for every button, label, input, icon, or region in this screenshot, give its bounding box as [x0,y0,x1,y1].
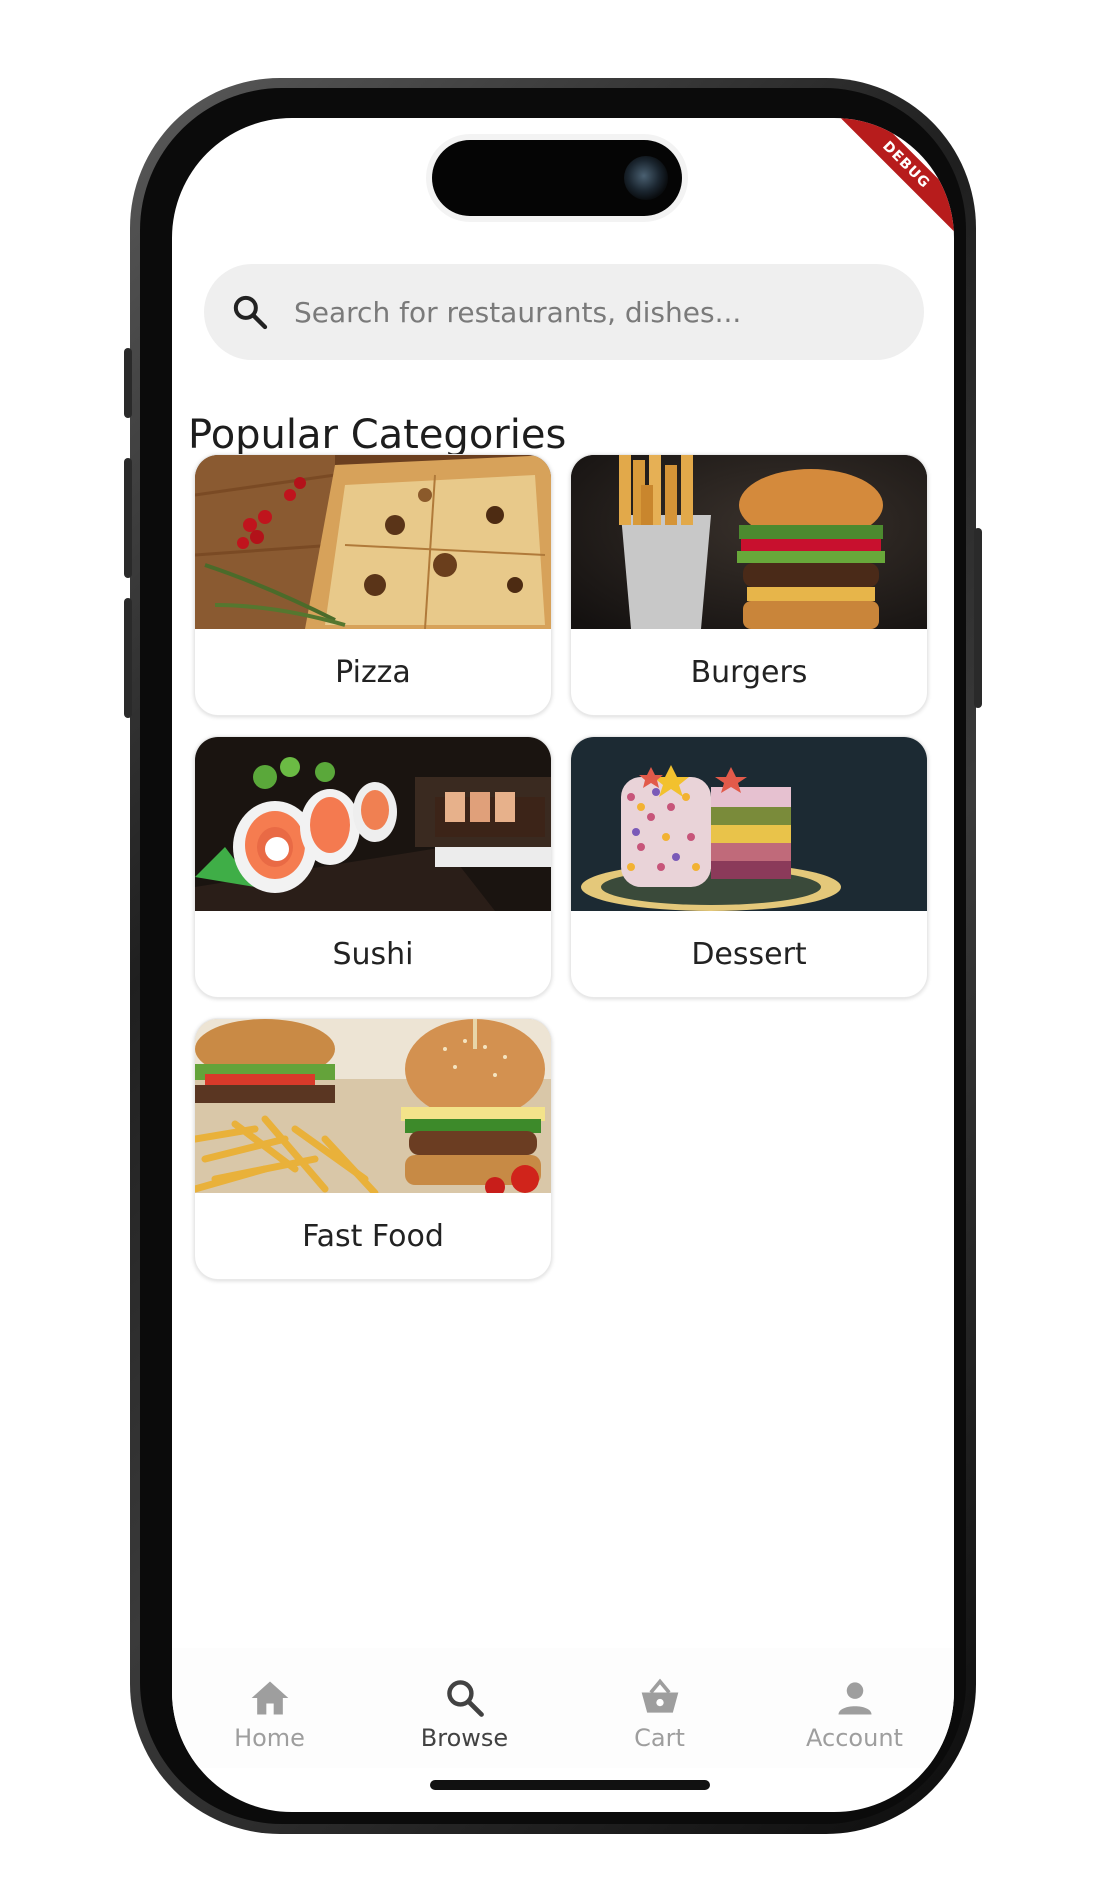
power-button [974,528,982,708]
mute-switch [124,348,132,418]
home-icon [251,1681,288,1715]
nav-label-account: Account [806,1724,903,1752]
volume-down-button [124,598,132,718]
debug-banner: DEBUG [833,118,954,238]
nav-item-browse[interactable]: Browse [367,1648,562,1758]
volume-up-button [124,458,132,578]
category-card-burgers[interactable]: Burgers [570,454,928,716]
nav-label-browse: Browse [420,1724,509,1752]
camera-icon [624,156,668,200]
category-card-sushi[interactable]: Sushi [194,736,552,998]
category-label: Burgers [690,654,808,690]
search-icon [233,295,268,330]
category-label: Sushi [332,936,414,972]
dynamic-island [432,140,682,216]
category-label: Fast Food [302,1218,444,1254]
dessert-image [571,737,927,911]
category-card-pizza[interactable]: Pizza [194,454,552,716]
search-input[interactable] [292,294,896,330]
pizza-image [195,455,551,629]
fast-food-image [195,1019,551,1193]
nav-item-account[interactable]: Account [757,1648,952,1758]
phone-bezel: DEBUG Popular Categories [140,88,966,1824]
nav-item-cart[interactable]: Cart [562,1648,757,1758]
search-bar[interactable] [204,264,924,360]
section-title: Popular Categories [188,412,567,458]
nav-label-home: Home [234,1724,305,1752]
basket-icon [641,1678,678,1713]
category-card-fast-food[interactable]: Fast Food [194,1018,552,1280]
burgers-image [571,455,927,629]
sushi-image [195,737,551,911]
nav-item-home[interactable]: Home [172,1648,367,1758]
bottom-navigation: Home Browse Cart Account [172,1648,954,1768]
category-card-dessert[interactable]: Dessert [570,736,928,998]
home-indicator[interactable] [430,1780,710,1790]
phone-frame: DEBUG Popular Categories [124,78,982,1834]
app-screen: DEBUG Popular Categories [172,118,954,1812]
nav-label-cart: Cart [634,1724,685,1752]
category-label: Pizza [335,654,411,690]
person-icon [838,1682,871,1715]
category-label: Dessert [691,936,807,972]
search-icon [446,1680,484,1717]
